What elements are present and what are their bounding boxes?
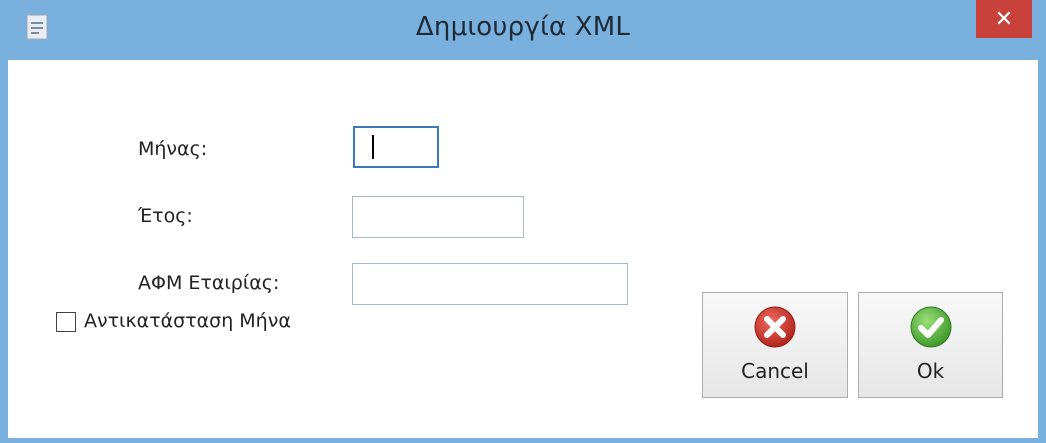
cancel-button[interactable]: Cancel: [702, 292, 848, 398]
dialog-body: Μήνας: Έτος: ΑΦΜ Εταιρίας: Cancel Ok: [8, 60, 1038, 438]
year-input[interactable]: [352, 196, 524, 238]
year-label: Έτος:: [138, 205, 193, 227]
replace-month-label[interactable]: Αντικατάσταση Μήνα: [84, 310, 291, 332]
ok-check-icon: [910, 306, 951, 348]
month-input[interactable]: [353, 126, 439, 168]
title-bar[interactable]: Δημιουργία XML ✕: [0, 0, 1046, 60]
ok-label: Ok: [916, 359, 945, 383]
text-caret: [372, 135, 374, 159]
cancel-x-icon: [754, 306, 796, 348]
close-icon: ✕: [994, 6, 1014, 32]
dialog-window: Δημιουργία XML ✕ Μήνας: Έτος: ΑΦΜ Εταιρί…: [0, 0, 1046, 443]
cancel-label: Cancel: [741, 359, 809, 383]
company-vat-input[interactable]: [352, 263, 628, 305]
month-label: Μήνας:: [138, 138, 208, 160]
close-button[interactable]: ✕: [976, 0, 1032, 38]
ok-button[interactable]: Ok: [858, 292, 1003, 398]
replace-month-checkbox[interactable]: [56, 312, 76, 332]
company-vat-label: ΑΦΜ Εταιρίας:: [138, 272, 280, 294]
window-title: Δημιουργία XML: [415, 12, 631, 42]
